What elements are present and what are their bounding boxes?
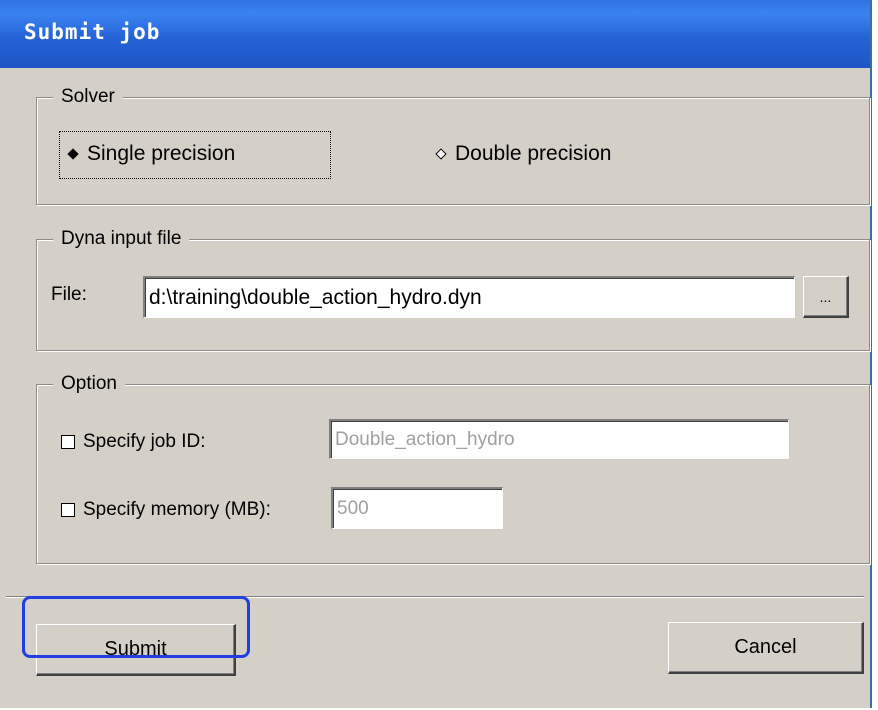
solver-group: Solver Single precision Double precision: [36, 86, 870, 205]
specify-job-id-checkbox[interactable]: Specify job ID:: [61, 431, 206, 453]
radio-double-precision-label: Double precision: [455, 142, 612, 165]
checkbox-icon: [61, 503, 75, 517]
checkbox-icon: [61, 435, 75, 449]
specify-job-id-label: Specify job ID:: [83, 431, 206, 452]
cancel-button[interactable]: Cancel: [668, 622, 864, 674]
submit-job-dialog: Submit job Solver Single precision Doubl…: [0, 0, 872, 708]
option-group: Option Specify job ID: Double_action_hyd…: [36, 373, 870, 564]
dialog-body: Solver Single precision Double precision…: [6, 68, 870, 708]
radio-single-precision[interactable]: Single precision: [65, 142, 235, 166]
specify-memory-label: Specify memory (MB):: [83, 499, 271, 520]
solver-group-label: Solver: [53, 86, 123, 108]
radio-selected-icon: [67, 148, 79, 160]
job-id-input[interactable]: Double_action_hydro: [329, 419, 789, 459]
file-label: File:: [51, 284, 87, 305]
option-group-label: Option: [53, 373, 125, 395]
radio-unselected-icon: [435, 148, 447, 160]
window-title: Submit job: [24, 20, 161, 44]
file-path-input[interactable]: d:\training\double_action_hydro.dyn: [143, 276, 795, 318]
memory-input[interactable]: 500: [331, 487, 503, 529]
radio-double-precision[interactable]: Double precision: [433, 142, 611, 166]
input-file-group-label: Dyna input file: [53, 228, 190, 250]
title-bar[interactable]: Submit job: [0, 0, 870, 68]
submit-highlight-annotation: [22, 596, 250, 658]
specify-memory-checkbox[interactable]: Specify memory (MB):: [61, 499, 271, 521]
radio-single-precision-label: Single precision: [87, 142, 236, 165]
input-file-group: Dyna input file File: d:\training\double…: [36, 228, 870, 351]
browse-button[interactable]: ...: [803, 276, 849, 318]
